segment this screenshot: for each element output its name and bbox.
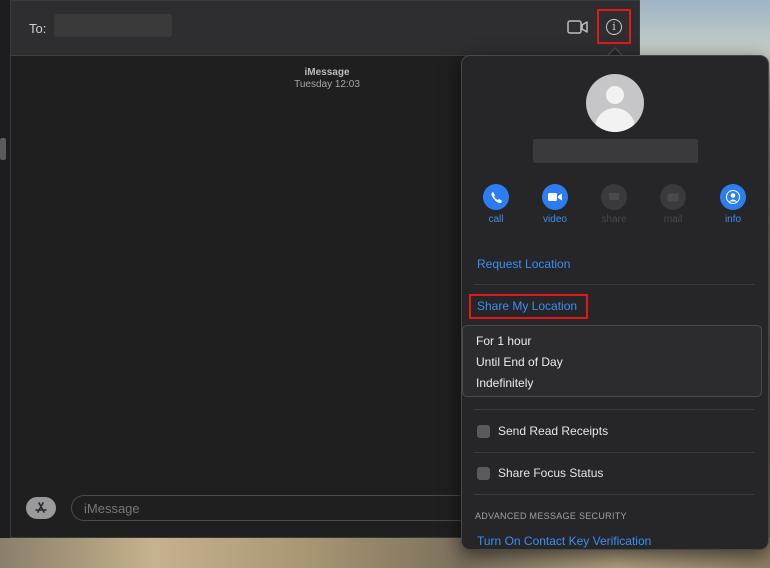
share-action: share (589, 184, 639, 225)
info-label: info (724, 214, 742, 225)
mail-icon (660, 184, 686, 210)
info-action[interactable]: info (708, 184, 758, 225)
contact-key-verification-link[interactable]: Turn On Contact Key Verification (477, 534, 651, 548)
contact-name-redacted (533, 139, 698, 163)
menu-item-for-1-hour[interactable]: For 1 hour (476, 334, 531, 348)
avatar (586, 74, 644, 132)
share-my-location-link[interactable]: Share My Location (477, 299, 577, 313)
person-icon (720, 184, 746, 210)
mail-label: mail (663, 214, 683, 225)
share-screen-icon (601, 184, 627, 210)
menu-item-until-end-of-day[interactable]: Until End of Day (476, 355, 563, 369)
call-action[interactable]: call (471, 184, 521, 225)
info-button[interactable]: i (597, 9, 631, 44)
share-label: share (601, 214, 627, 225)
desktop-background-left (0, 0, 10, 568)
video-camera-icon (542, 184, 568, 210)
to-label: To: (29, 21, 47, 36)
divider (474, 409, 754, 410)
phone-icon (483, 184, 509, 210)
share-focus-status-label: Share Focus Status (498, 466, 604, 480)
request-location-link[interactable]: Request Location (477, 257, 570, 271)
contact-info-popover: call video share mail info Request Locat… (461, 55, 769, 550)
call-label: call (488, 214, 504, 225)
send-read-receipts-checkbox[interactable] (477, 425, 490, 438)
share-focus-status-checkbox[interactable] (477, 467, 490, 480)
message-input[interactable]: iMessage (71, 495, 471, 521)
video-action[interactable]: video (530, 184, 580, 225)
menu-item-indefinitely[interactable]: Indefinitely (476, 376, 533, 390)
share-location-menu: For 1 hour Until End of Day Indefinitely (462, 325, 762, 397)
contact-actions: call video share mail info (462, 184, 768, 234)
video-label: video (543, 214, 567, 225)
app-store-icon[interactable] (26, 497, 56, 519)
recipient-field-redacted[interactable] (54, 14, 172, 37)
message-input-placeholder: iMessage (84, 501, 140, 516)
conversation-header: To: i (11, 1, 639, 56)
divider (474, 284, 754, 285)
advanced-security-heading: ADVANCED MESSAGE SECURITY (475, 511, 627, 521)
window-resize-handle[interactable] (0, 138, 6, 160)
divider (474, 494, 754, 495)
info-icon: i (606, 18, 622, 35)
mail-action: mail (648, 184, 698, 225)
send-read-receipts-label: Send Read Receipts (498, 424, 609, 438)
video-camera-icon[interactable] (567, 19, 589, 35)
divider (474, 452, 754, 453)
